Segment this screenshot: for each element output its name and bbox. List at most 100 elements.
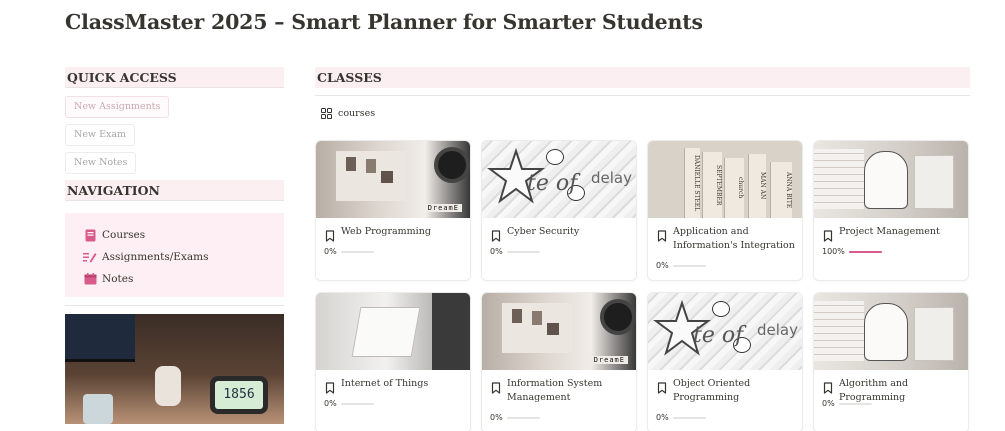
photo-lamp	[155, 366, 181, 406]
card-cover-image	[316, 293, 470, 370]
bookmark-icon	[325, 379, 335, 394]
progress-indicator: 0%	[324, 247, 374, 256]
class-card[interactable]: te of delay Object Oriented Programming 0%	[647, 292, 803, 431]
page-title: ClassMaster 2025 – Smart Planner for Sma…	[65, 10, 703, 34]
class-card[interactable]: te of delay Cyber Security 0%	[481, 140, 637, 281]
card-title: Project Management	[839, 226, 940, 237]
nav-item-label: Assignments/Exams	[102, 251, 209, 263]
desk-photo: 1856	[65, 314, 284, 424]
progress-indicator: 100%	[822, 247, 882, 256]
card-title-row: Internet of Things	[325, 377, 465, 394]
card-title-row: Web Programming	[325, 225, 465, 242]
card-title-row: Cyber Security	[491, 225, 631, 242]
left-column: QUICK ACCESS New Assignments New Exam Ne…	[65, 67, 284, 424]
card-title-row: Project Management	[823, 225, 963, 242]
cover-label: DreamE	[590, 356, 628, 364]
navigation-heading: NAVIGATION	[65, 180, 284, 201]
progress-bar-fill	[848, 250, 882, 253]
class-card[interactable]: Internet of Things 0%	[315, 292, 471, 431]
bookmark-icon	[491, 379, 501, 394]
class-card[interactable]: Algorithm and Programming 0%	[813, 292, 969, 431]
view-tab-courses[interactable]: courses	[315, 106, 970, 120]
nav-item-notes[interactable]: Notes	[83, 268, 284, 290]
class-card[interactable]: DANIELLE STEEL SEPTEMBER church MAN AN ANNA …	[647, 140, 803, 281]
new-assignments-button[interactable]: New Assignments	[65, 96, 170, 118]
progress-label: 0%	[324, 247, 337, 256]
class-card[interactable]: DreamE Information System Management 0%	[481, 292, 637, 431]
progress-label: 100%	[822, 247, 845, 256]
card-title-row: Information System Management	[491, 377, 631, 405]
nav-item-label: Notes	[102, 273, 134, 285]
bookmark-icon	[823, 227, 833, 242]
class-card[interactable]: Project Management 100%	[813, 140, 969, 281]
nav-item-assignments-exams[interactable]: Assignments/Exams	[83, 246, 284, 268]
bookmark-icon	[491, 227, 501, 242]
photo-cup	[83, 394, 113, 424]
classes-heading: CLASSES	[315, 67, 970, 88]
bookmark-icon	[657, 379, 667, 394]
card-title: Information System Management	[507, 378, 603, 403]
progress-bar	[672, 264, 706, 267]
progress-bar	[340, 250, 374, 253]
quick-access-group: New Assignments New Exam New Notes	[65, 90, 170, 174]
book-icon	[83, 228, 97, 242]
progress-bar	[672, 416, 706, 419]
card-cover-image: te of delay	[482, 141, 636, 218]
progress-label: 0%	[490, 413, 503, 422]
book-spine: church	[724, 158, 744, 218]
card-cover-image	[814, 141, 968, 218]
divider	[315, 95, 970, 96]
progress-bar	[506, 416, 540, 419]
book-spine: MAN AN	[748, 154, 766, 218]
navigation-list: Courses Assignments/Exams Notes	[65, 213, 284, 297]
progress-label: 0%	[822, 399, 835, 408]
progress-indicator: 0%	[656, 413, 706, 422]
card-title: Application and Information's Integratio…	[673, 226, 795, 251]
card-title-row: Object Oriented Programming	[657, 377, 797, 405]
calendar-icon	[83, 272, 97, 286]
progress-bar	[506, 250, 540, 253]
gallery-grid-icon	[321, 107, 332, 119]
card-title: Web Programming	[341, 226, 431, 237]
photo-clock: 1856	[210, 376, 268, 414]
card-cover-image: DANIELLE STEEL SEPTEMBER church MAN AN ANNA …	[648, 141, 802, 218]
classes-section: CLASSES courses	[315, 67, 970, 120]
bookmark-icon	[657, 227, 667, 242]
card-cover-image	[814, 293, 968, 370]
divider	[65, 305, 284, 306]
card-title-row: Application and Information's Integratio…	[657, 225, 797, 253]
progress-label: 0%	[656, 261, 669, 270]
progress-bar	[340, 402, 374, 405]
pencil-list-icon	[83, 250, 97, 264]
view-tab-label: courses	[338, 107, 376, 119]
progress-indicator: 0%	[490, 413, 540, 422]
cover-label: te of	[693, 323, 744, 348]
nav-item-label: Courses	[102, 229, 146, 241]
card-cover-image: te of delay	[648, 293, 802, 370]
card-title: Internet of Things	[341, 378, 429, 389]
card-title: Cyber Security	[507, 226, 580, 237]
clock-display: 1856	[215, 381, 263, 409]
bookmark-icon	[823, 379, 833, 394]
photo-monitor	[65, 314, 135, 362]
card-cover-image: DreamE	[482, 293, 636, 370]
book-spine: ANNA BITE	[770, 162, 792, 218]
progress-indicator: 0%	[324, 399, 374, 408]
progress-indicator: 0%	[822, 399, 872, 408]
progress-label: 0%	[656, 413, 669, 422]
quick-access-heading: QUICK ACCESS	[65, 67, 284, 88]
class-card[interactable]: DreamE Web Programming 0%	[315, 140, 471, 281]
new-notes-button[interactable]: New Notes	[65, 152, 137, 174]
nav-item-courses[interactable]: Courses	[83, 224, 284, 246]
progress-indicator: 0%	[656, 261, 706, 270]
cover-label: te of	[527, 171, 578, 196]
bookmark-icon	[325, 227, 335, 242]
card-cover-image: DreamE	[316, 141, 470, 218]
progress-indicator: 0%	[490, 247, 540, 256]
cover-label: DreamE	[424, 204, 462, 212]
progress-label: 0%	[324, 399, 337, 408]
cover-label: delay	[591, 169, 632, 187]
progress-bar	[838, 402, 872, 405]
new-exam-button[interactable]: New Exam	[65, 124, 136, 146]
cover-label: delay	[757, 321, 798, 339]
